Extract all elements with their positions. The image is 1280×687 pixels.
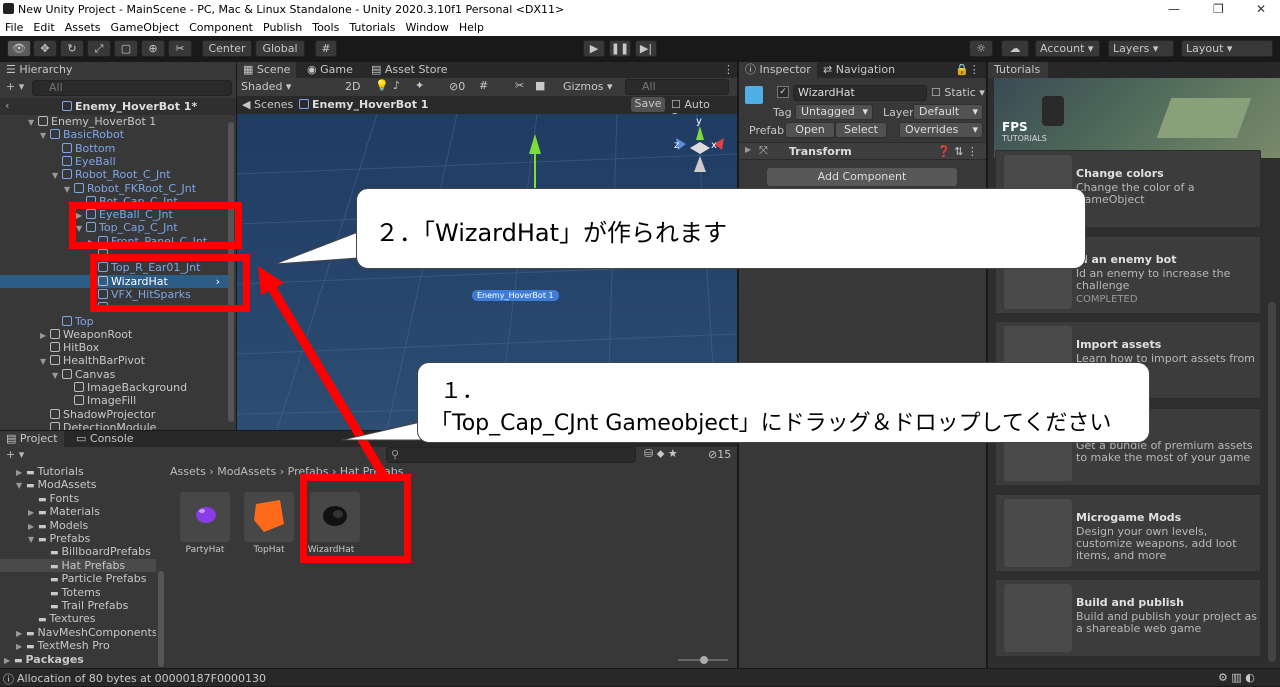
callout-1-text: 「Top_Cap_CJnt Gameobject」にドラッグ＆ドロップしてくださ…: [430, 411, 1112, 436]
annotation-arrows: [258, 231, 439, 481]
callout-bubble-1: １． 「Top_Cap_CJnt Gameobject」にドラッグ＆ドロップして…: [417, 362, 1150, 443]
callout-1-number: １．: [440, 379, 485, 404]
callout-2-text: ２．「WizardHat」が作られます: [375, 219, 728, 247]
callout-bubble-2: ２．「WizardHat」が作られます: [356, 188, 1086, 269]
